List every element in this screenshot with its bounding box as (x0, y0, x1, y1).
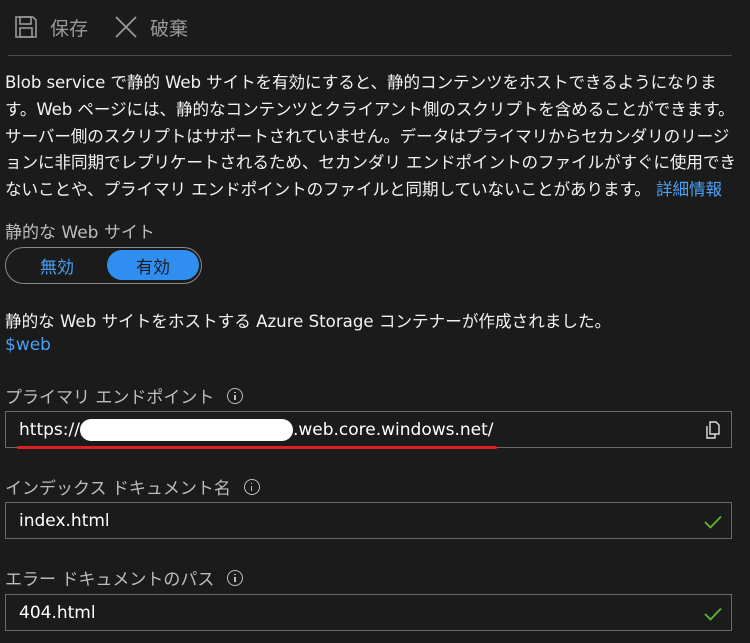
discard-label: 破棄 (150, 17, 189, 40)
static-website-label-text: 静的な Web サイト (5, 223, 155, 243)
close-icon (114, 15, 138, 39)
save-button[interactable]: 保存 (14, 10, 88, 44)
index-document-field[interactable]: index.html (5, 502, 732, 539)
check-icon (704, 514, 722, 533)
endpoint-suffix: .web.core.windows.net/ (292, 419, 494, 440)
description: Blob service で静的 Web サイトを有効にすると、静的コンテンツを… (5, 70, 745, 204)
index-document-label: インデックス ドキュメント名 (5, 474, 260, 499)
error-document-field[interactable]: 404.html (5, 594, 732, 631)
save-icon (14, 15, 38, 39)
error-document-label-text: エラー ドキュメントのパス (5, 570, 215, 590)
copy-icon[interactable] (705, 421, 721, 443)
info-icon[interactable] (243, 478, 260, 495)
toggle-option-disabled[interactable]: 無効 (8, 250, 106, 280)
primary-endpoint-label: プライマリ エンドポイント (5, 383, 244, 408)
save-label: 保存 (50, 17, 89, 40)
description-text: Blob service で静的 Web サイトを有効にすると、静的コンテンツを… (5, 73, 736, 200)
index-document-label-text: インデックス ドキュメント名 (5, 479, 231, 499)
web-container-link[interactable]: $web (5, 335, 51, 355)
learn-more-link[interactable]: 詳細情報 (656, 180, 722, 199)
discard-button[interactable]: 破棄 (114, 10, 188, 44)
check-icon (704, 606, 722, 625)
static-website-toggle[interactable]: 無効 有効 (5, 247, 202, 284)
error-document-value: 404.html (19, 602, 96, 623)
error-document-label: エラー ドキュメントのパス (5, 565, 244, 590)
toggle-option-enabled[interactable]: 有効 (107, 250, 199, 280)
endpoint-prefix: https:// (19, 419, 80, 440)
info-icon[interactable] (227, 569, 244, 586)
static-website-label: 静的な Web サイト (5, 218, 155, 243)
primary-endpoint-field[interactable]: https:// .web.core.windows.net/ (5, 411, 732, 448)
toolbar-divider (8, 55, 732, 56)
primary-endpoint-label-text: プライマリ エンドポイント (5, 388, 215, 408)
index-document-value: index.html (19, 510, 110, 531)
command-bar: 保存 破棄 (0, 0, 750, 56)
annotation-underline (17, 446, 497, 449)
info-icon[interactable] (227, 387, 244, 404)
redacted-area (79, 418, 293, 441)
container-created-message: 静的な Web サイトをホストする Azure Storage コンテナーが作成… (5, 312, 612, 331)
